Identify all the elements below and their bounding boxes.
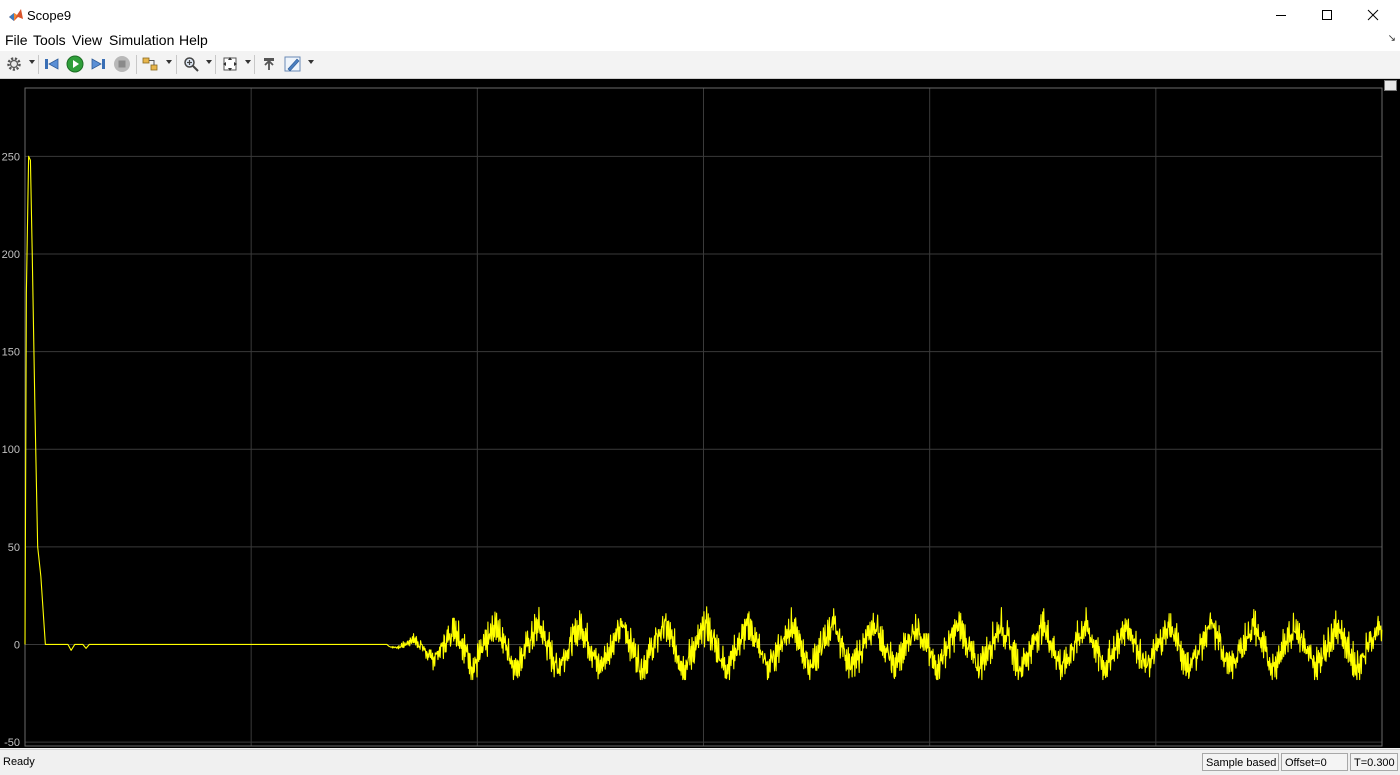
zoom-icon xyxy=(184,57,199,72)
dock-arrow-icon[interactable]: ↘ xyxy=(1388,33,1396,44)
toolbar xyxy=(0,51,1400,79)
sample-mode-field: Sample based xyxy=(1202,753,1279,771)
chevron-down-icon[interactable] xyxy=(308,60,314,64)
y-tick-label: 50 xyxy=(8,542,20,554)
step-forward-icon xyxy=(91,58,105,70)
y-tick-label: 250 xyxy=(2,151,20,163)
menu-simulation[interactable]: Simulation xyxy=(109,32,174,48)
toolbar-separator xyxy=(38,55,39,74)
toolbar-separator xyxy=(215,55,216,74)
time-field: T=0.300 xyxy=(1350,753,1398,771)
status-text: Ready xyxy=(3,756,35,768)
step-back-button[interactable] xyxy=(43,55,61,73)
gear-icon xyxy=(7,57,21,71)
zoom-button[interactable] xyxy=(182,55,200,73)
autoscale-icon xyxy=(223,57,237,71)
title-bar: Scope9 xyxy=(0,0,1400,30)
window-title: Scope9 xyxy=(27,8,72,23)
style-icon xyxy=(284,56,301,72)
chevron-down-icon[interactable] xyxy=(245,60,251,64)
matlab-logo-icon xyxy=(9,9,23,21)
minimize-button[interactable] xyxy=(1258,0,1304,30)
restore-view-icon xyxy=(264,58,274,70)
menu-view[interactable]: View xyxy=(72,32,102,48)
undock-icon[interactable] xyxy=(1384,80,1397,91)
menu-file[interactable]: File xyxy=(5,32,28,48)
scope-display[interactable]: 00.050.10.150.20.250.3-50050100150200250 xyxy=(0,79,1400,748)
toolbar-separator xyxy=(136,55,137,74)
maximize-button[interactable] xyxy=(1304,0,1350,30)
configuration-button[interactable] xyxy=(5,55,23,73)
menu-bar: File Tools View Simulation Help ↘ xyxy=(0,30,1400,51)
scope-plot[interactable]: 00.050.10.150.20.250.3-50050100150200250 xyxy=(0,79,1400,748)
stop-icon xyxy=(114,56,130,72)
toolbar-separator xyxy=(176,55,177,74)
menu-help[interactable]: Help xyxy=(179,32,208,48)
toolbar-separator xyxy=(254,55,255,74)
menu-tools[interactable]: Tools xyxy=(33,32,66,48)
stop-button[interactable] xyxy=(113,55,131,73)
y-tick-label: 200 xyxy=(2,249,20,261)
y-tick-label: 150 xyxy=(2,347,20,359)
chevron-down-icon[interactable] xyxy=(166,60,172,64)
restore-view-button[interactable] xyxy=(259,55,277,73)
chevron-down-icon[interactable] xyxy=(29,60,35,64)
offset-field: Offset=0 xyxy=(1281,753,1348,771)
run-icon xyxy=(66,55,84,73)
highlight-block-button[interactable] xyxy=(142,55,160,73)
y-tick-label: 0 xyxy=(14,639,20,651)
close-button[interactable] xyxy=(1350,0,1396,30)
step-forward-button[interactable] xyxy=(89,55,107,73)
close-icon xyxy=(1367,9,1379,21)
plot-grid xyxy=(24,88,1383,746)
chevron-down-icon[interactable] xyxy=(206,60,212,64)
style-button[interactable] xyxy=(284,55,302,73)
y-tick-label: 100 xyxy=(2,444,20,456)
minimize-icon xyxy=(1276,15,1286,16)
run-button[interactable] xyxy=(66,55,84,73)
y-tick-label: -50 xyxy=(4,737,20,748)
step-back-icon xyxy=(45,58,59,70)
maximize-icon xyxy=(1322,10,1332,20)
status-bar: Ready Sample based Offset=0 T=0.300 xyxy=(0,749,1400,775)
autoscale-button[interactable] xyxy=(221,55,239,73)
highlight-block-icon xyxy=(142,57,158,71)
